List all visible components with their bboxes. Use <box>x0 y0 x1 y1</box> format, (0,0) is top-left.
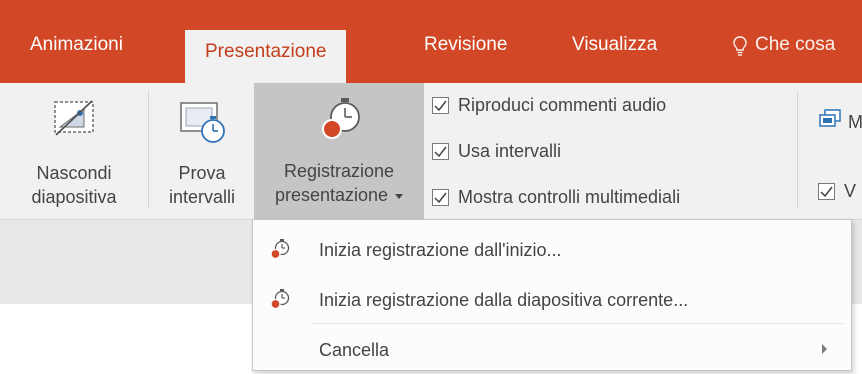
option-right-partial-label: V <box>844 181 857 201</box>
monitors-icon <box>818 109 842 136</box>
record-timer-icon <box>267 238 291 262</box>
dropdown-arrow-icon <box>395 193 404 199</box>
option-media-controls-label: Mostra controlli multimediali <box>458 187 681 207</box>
lightbulb-icon <box>733 36 747 56</box>
option-right-partial[interactable]: V <box>818 181 856 202</box>
rehearse-timer-icon <box>175 97 229 147</box>
menu-item-record-from-beginning[interactable]: Inizia registrazione dall'inizio... <box>253 226 851 274</box>
tell-me-box[interactable]: Che cosa <box>733 34 835 56</box>
option-use-timings-label: Usa intervalli <box>458 141 562 161</box>
checkbox-audio-narration[interactable] <box>432 97 449 114</box>
hide-slide-icon <box>50 97 98 141</box>
record-timer-icon <box>267 288 291 312</box>
checkbox-right-partial[interactable] <box>818 183 835 200</box>
record-dropdown-menu: Inizia registrazione dall'inizio... Iniz… <box>252 219 852 371</box>
submenu-arrow-icon <box>822 344 827 354</box>
menu-item-label: Inizia registrazione dall'inizio... <box>319 239 562 260</box>
checkbox-use-timings[interactable] <box>432 143 449 160</box>
option-audio-narration[interactable]: Riproduci commenti audio <box>432 95 666 116</box>
ribbon-panel: Nascondi diapositiva Prova intervalli Re… <box>0 83 862 220</box>
rehearse-label-1: Prova <box>178 163 226 183</box>
tab-revisione[interactable]: Revisione <box>424 34 507 56</box>
menu-separator <box>313 323 843 324</box>
record-label-2: presentazione <box>254 183 424 207</box>
menu-item-label: Cancella <box>319 339 390 360</box>
ribbon-divider <box>797 91 798 209</box>
monitor-group-partial[interactable]: M <box>818 109 862 136</box>
hide-slide-label-1: Nascondi <box>36 163 112 183</box>
menu-item-record-from-current[interactable]: Inizia registrazione dalla diapositiva c… <box>253 276 851 324</box>
ribbon-divider <box>148 91 149 209</box>
menu-item-clear[interactable]: Cancella <box>253 326 851 374</box>
menu-item-label: Inizia registrazione dalla diapositiva c… <box>319 289 689 310</box>
option-audio-narration-label: Riproduci commenti audio <box>458 95 667 115</box>
ribbon-tab-bar: Animazioni Presentazione Revisione Visua… <box>0 0 862 83</box>
hide-slide-button[interactable]: Nascondi diapositiva <box>6 91 142 211</box>
hide-slide-label-2: diapositiva <box>31 187 117 207</box>
record-label-1: Registrazione <box>283 161 395 181</box>
option-media-controls[interactable]: Mostra controlli multimediali <box>432 187 680 208</box>
tab-animazioni[interactable]: Animazioni <box>30 34 123 56</box>
tell-me-label: Che cosa <box>755 34 836 55</box>
record-timer-icon <box>312 95 366 147</box>
tab-presentazione[interactable]: Presentazione <box>185 30 347 83</box>
monitor-label-partial: M <box>848 112 862 132</box>
checkbox-media-controls[interactable] <box>432 189 449 206</box>
option-use-timings[interactable]: Usa intervalli <box>432 141 561 162</box>
tab-visualizza[interactable]: Visualizza <box>572 34 657 56</box>
record-slideshow-button[interactable]: Registrazione presentazione <box>254 83 424 219</box>
rehearse-label-2: intervalli <box>168 187 236 207</box>
rehearse-timings-button[interactable]: Prova intervalli <box>155 91 249 211</box>
